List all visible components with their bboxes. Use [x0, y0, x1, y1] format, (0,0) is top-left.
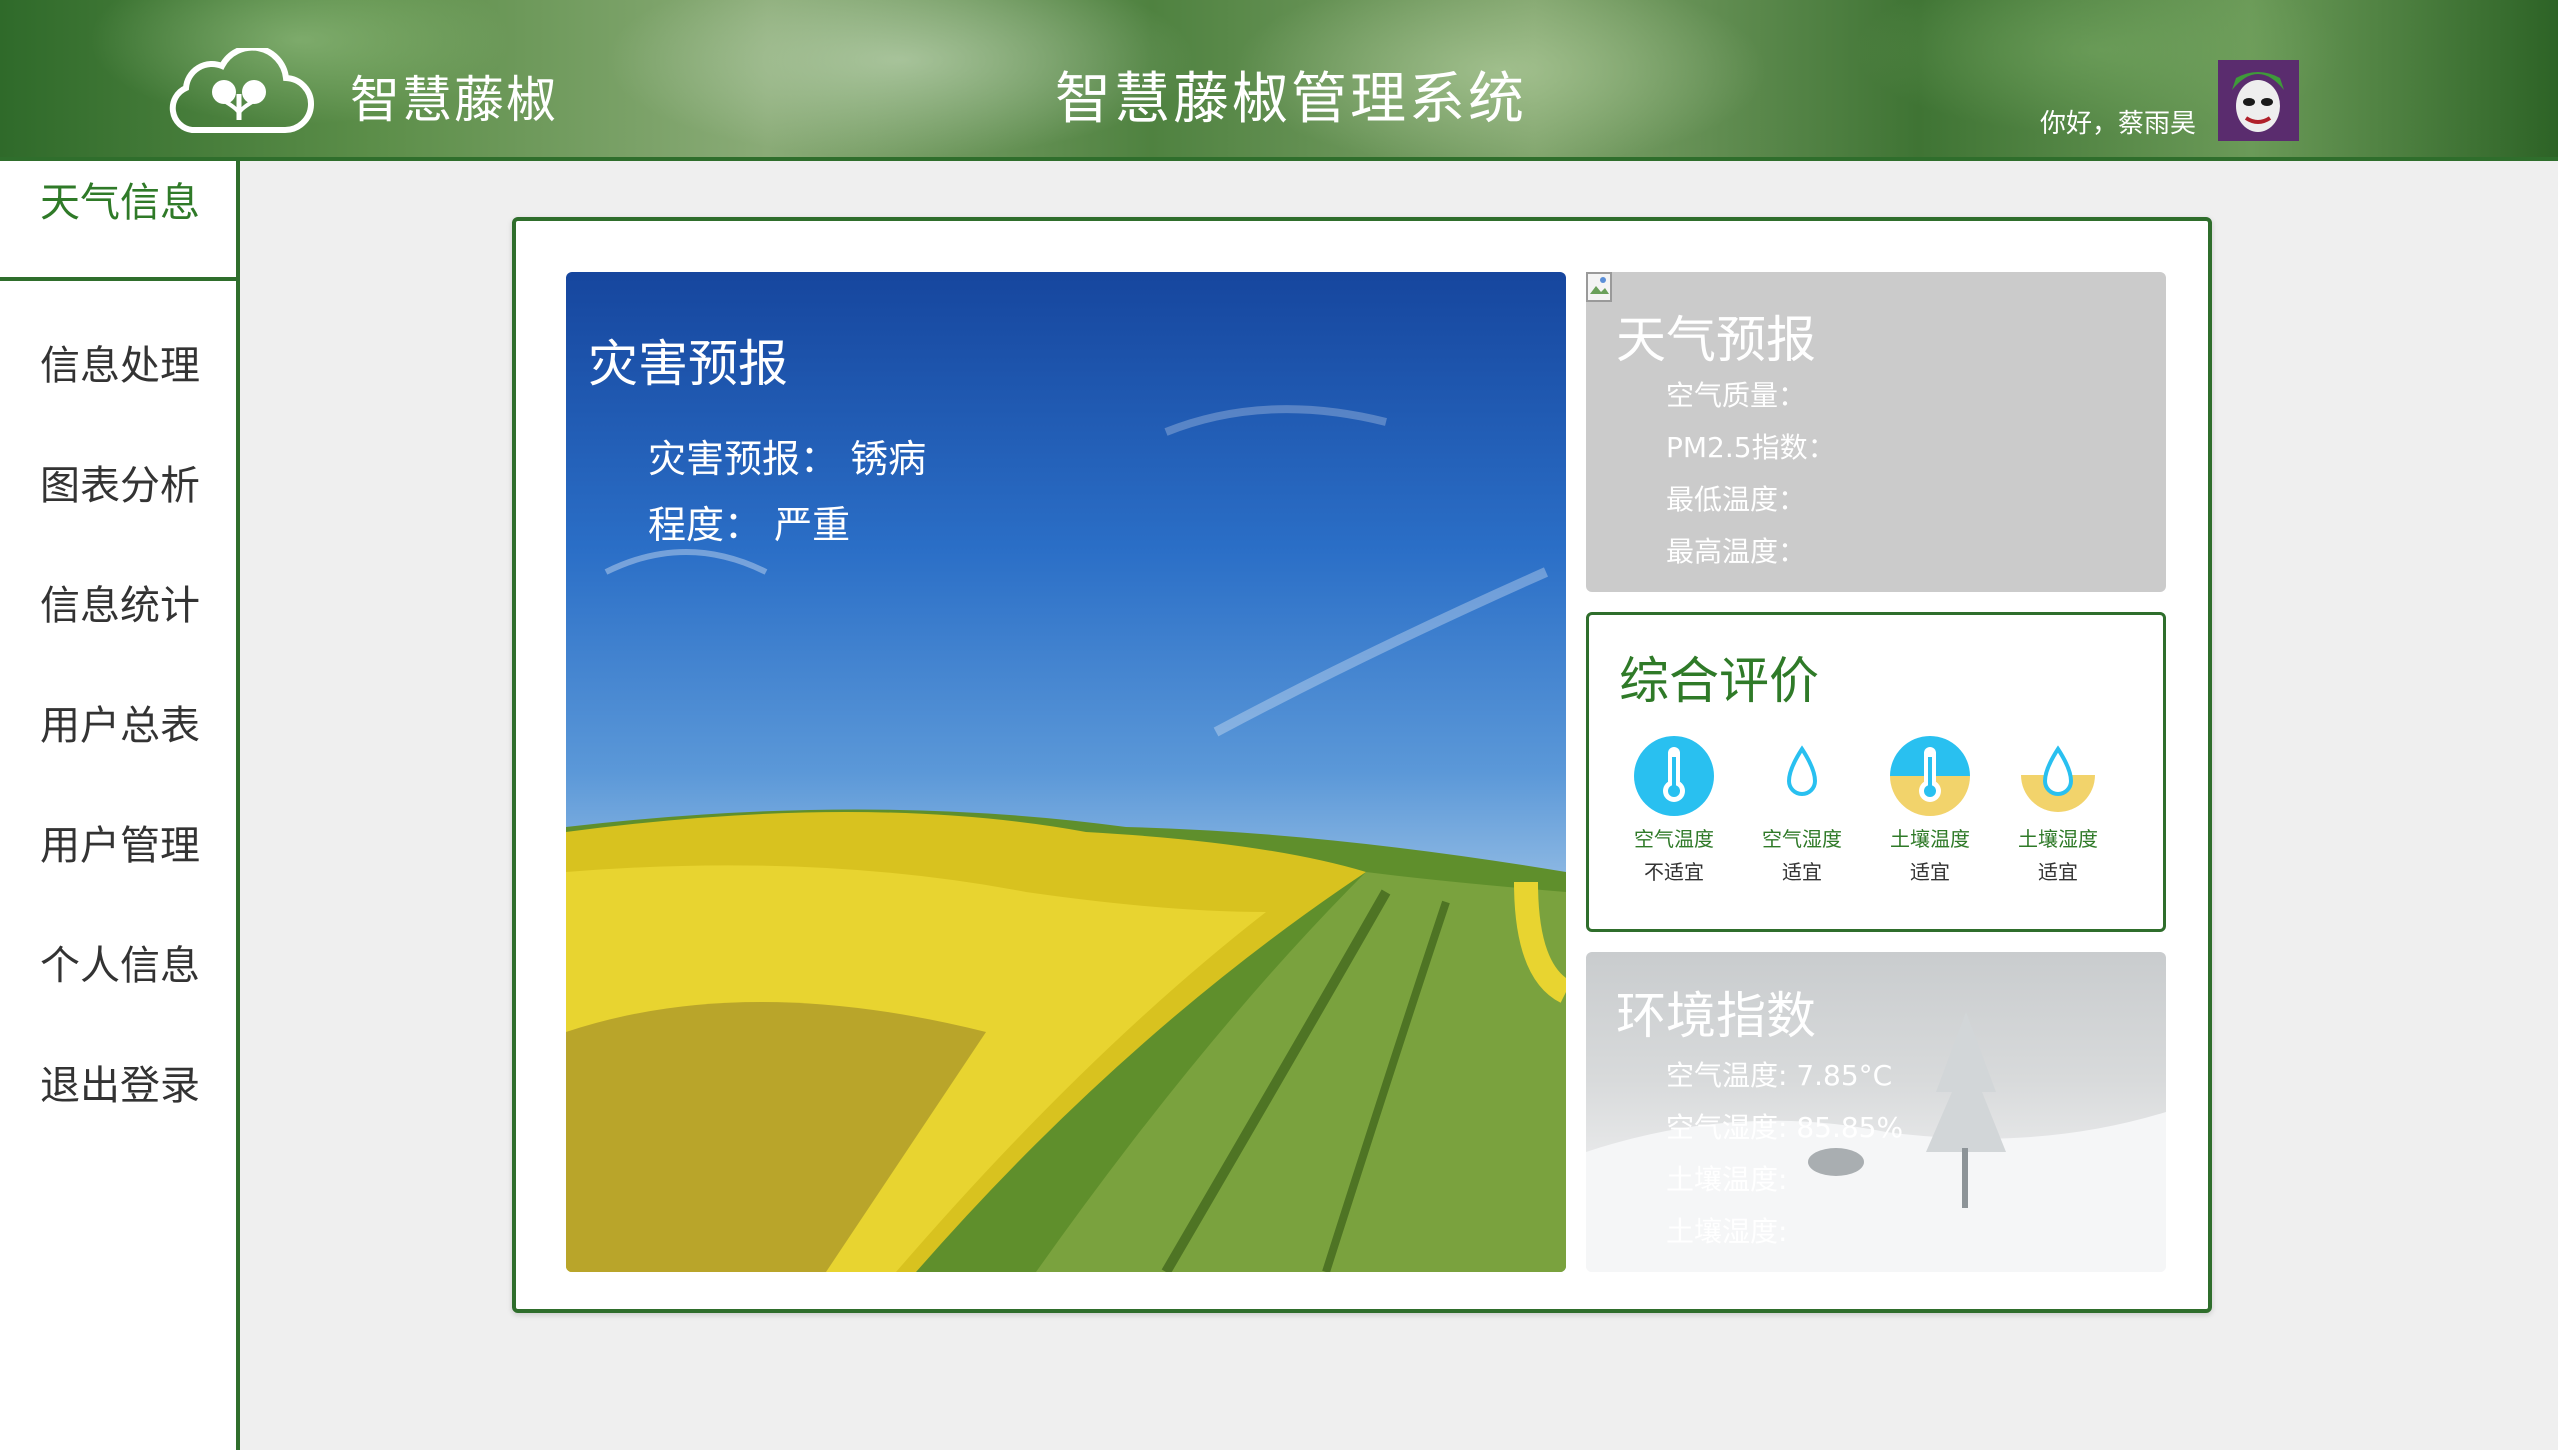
- indicator-name: 土壤湿度: [2018, 827, 2098, 851]
- evaluation-title: 综合评价: [1619, 652, 1819, 710]
- min-temp-label: 最低温度：: [1666, 483, 1807, 516]
- page-title: 智慧藤椒管理系统: [1055, 67, 1527, 132]
- cloud-sprout-icon: [169, 48, 314, 134]
- broken-image-icon: [1586, 272, 1612, 302]
- environment-title: 环境指数: [1616, 987, 1816, 1045]
- avatar-face-icon: [2218, 60, 2299, 141]
- field-background-image: [566, 405, 1566, 1272]
- disaster-forecast-label: 灾害预报：: [648, 437, 839, 481]
- water-drop-icon: [1786, 745, 1818, 796]
- disaster-severity-value: 严重: [774, 503, 851, 547]
- disaster-severity-row: 程度： 严重: [648, 494, 850, 549]
- sidebar-item-info-processing[interactable]: 信息处理: [0, 316, 236, 416]
- indicator-air-humidity: 空气湿度 适宜: [1747, 735, 1857, 885]
- max-temp-label: 最高温度：: [1666, 535, 1807, 568]
- indicator-status: 适宜: [1782, 860, 1822, 884]
- indicator-status: 不适宜: [1644, 860, 1704, 884]
- indicator-name: 空气温度: [1634, 827, 1714, 851]
- air-quality-label: 空气质量：: [1666, 379, 1807, 412]
- disaster-forecast-value: 锈病: [850, 437, 927, 481]
- indicator-name: 空气湿度: [1762, 827, 1842, 851]
- sidebar: 天气信息 信息处理 图表分析 信息统计 用户总表 用户管理 个人信息 退出登录: [0, 161, 240, 1450]
- indicator-status: 适宜: [2038, 860, 2078, 884]
- disaster-severity-label: 程度：: [648, 503, 763, 547]
- top-header: 智慧藤椒 智慧藤椒管理系统 你好，蔡雨昊: [0, 0, 2558, 161]
- brand-name: 智慧藤椒: [350, 71, 558, 129]
- sidebar-item-profile[interactable]: 个人信息: [0, 916, 236, 1016]
- indicator-status: 适宜: [1910, 860, 1950, 884]
- air-humidity-reading: 空气湿度: 85.85%: [1666, 1111, 1904, 1144]
- indicator-air-temp: 空气温度 不适宜: [1619, 735, 1729, 885]
- weather-title: 天气预报: [1616, 311, 1816, 369]
- thermometer-icon: [1890, 736, 1970, 816]
- indicator-soil-temp: 土壤温度 适宜: [1875, 735, 1985, 885]
- air-temp-reading: 空气温度: 7.85°C: [1666, 1059, 1893, 1092]
- disaster-forecast-row: 灾害预报： 锈病: [648, 428, 926, 483]
- sidebar-item-logout[interactable]: 退出登录: [0, 1036, 236, 1136]
- sidebar-item-user-list[interactable]: 用户总表: [0, 676, 236, 776]
- weather-panel: 天气预报 空气质量： PM2.5指数： 最低温度： 最高温度：: [1586, 272, 2166, 592]
- water-drop-icon: [2021, 745, 2095, 812]
- indicator-name: 土壤温度: [1890, 827, 1970, 851]
- sidebar-item-statistics[interactable]: 信息统计: [0, 556, 236, 656]
- sidebar-item-user-management[interactable]: 用户管理: [0, 796, 236, 896]
- soil-temp-reading: 土壤温度:: [1666, 1163, 1788, 1196]
- sidebar-item-weather[interactable]: 天气信息: [0, 161, 236, 281]
- soil-humidity-reading: 土壤湿度:: [1666, 1215, 1788, 1248]
- user-greeting: 你好，蔡雨昊: [2040, 109, 2197, 139]
- disaster-panel: 灾害预报 灾害预报： 锈病 程度： 严重: [566, 272, 1566, 1272]
- indicator-soil-humidity: 土壤湿度 适宜: [2003, 735, 2113, 885]
- evaluation-panel: 综合评价 空气温度 不适宜 空气湿度 适宜 土壤温度 适宜 土壤湿度 适宜: [1586, 612, 2166, 932]
- thermometer-icon: [1634, 736, 1714, 816]
- environment-panel: 环境指数 空气温度: 7.85°C 空气湿度: 85.85% 土壤温度: 土壤湿…: [1586, 952, 2166, 1272]
- pm25-label: PM2.5指数：: [1666, 431, 1836, 464]
- disaster-title: 灾害预报: [588, 335, 788, 393]
- sidebar-item-chart-analysis[interactable]: 图表分析: [0, 436, 236, 536]
- avatar[interactable]: [2218, 60, 2299, 141]
